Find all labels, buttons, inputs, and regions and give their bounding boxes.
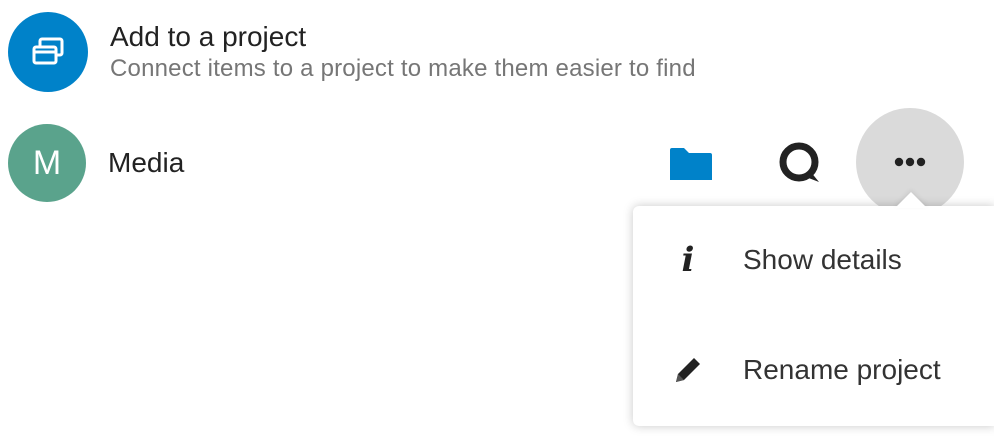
talk-icon (779, 142, 819, 182)
menu-item-show-details[interactable]: i Show details (633, 210, 994, 310)
open-folder-button[interactable] (663, 140, 719, 188)
projects-panel: Add to a project Connect items to a proj… (0, 0, 994, 436)
menu-item-label: Rename project (743, 354, 941, 385)
add-to-project-subtitle: Connect items to a project to make them … (110, 55, 696, 82)
pencil-icon (633, 354, 743, 386)
more-options-icon (894, 157, 926, 167)
add-to-project-text: Add to a project Connect items to a proj… (110, 20, 696, 84)
project-name[interactable]: Media (108, 147, 184, 179)
add-to-project-row[interactable]: Add to a project Connect items to a proj… (8, 12, 696, 92)
project-actions-menu: i Show details Rename project (633, 206, 994, 426)
folder-icon (670, 148, 712, 180)
open-talk-button[interactable] (772, 138, 828, 190)
project-row-media[interactable]: M Media (8, 124, 184, 202)
menu-pointer (895, 192, 927, 208)
project-stack-icon (32, 37, 64, 65)
project-avatar: M (8, 124, 86, 202)
add-to-project-button[interactable] (8, 12, 88, 92)
menu-item-label: Show details (743, 244, 902, 275)
menu-item-rename-project[interactable]: Rename project (633, 320, 994, 420)
info-icon: i (681, 240, 695, 280)
add-to-project-title: Add to a project (110, 21, 307, 52)
